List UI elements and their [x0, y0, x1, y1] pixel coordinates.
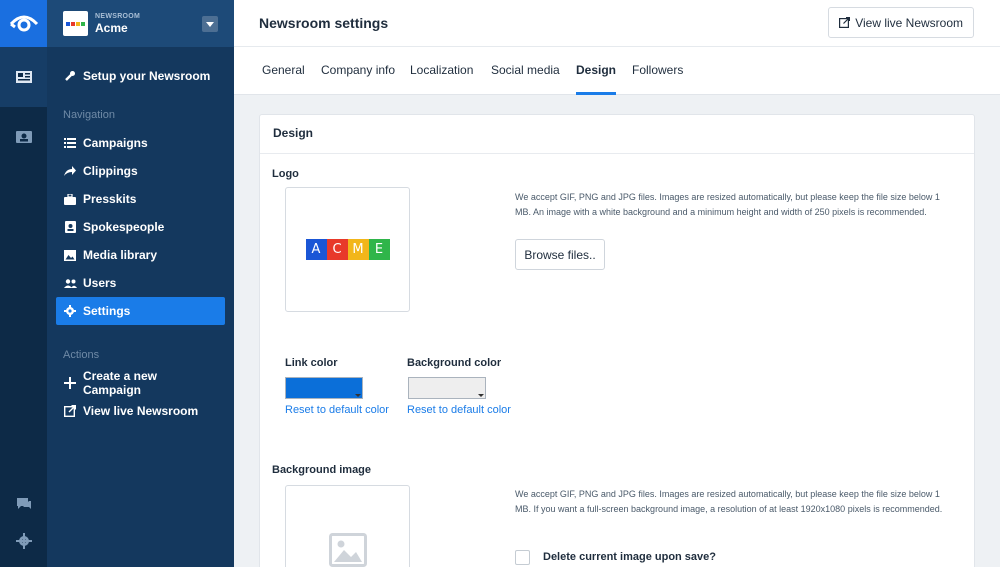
external-link-icon	[63, 405, 77, 417]
person-card-icon	[63, 221, 77, 233]
logo-letter: C	[326, 239, 348, 260]
newsroom-name: Acme	[95, 20, 128, 35]
newspaper-icon	[15, 71, 32, 83]
tab-general[interactable]: General	[262, 47, 305, 95]
page-header: Newsroom settings View live Newsroom	[234, 0, 1000, 47]
tab-followers[interactable]: Followers	[632, 47, 683, 95]
sidebar-item-label: Settings	[83, 304, 131, 318]
newsroom-label: NEWSROOM	[95, 12, 141, 20]
logo-letter: E	[368, 239, 390, 260]
list-icon	[63, 138, 77, 148]
wrench-icon	[63, 70, 77, 82]
logo-letter: M	[347, 239, 369, 260]
logo-help-text: We accept GIF, PNG and JPG files. Images…	[515, 192, 940, 217]
tab-localization[interactable]: Localization	[410, 47, 473, 95]
actions-heading: Actions	[63, 349, 100, 361]
reset-link-color[interactable]: Reset to default color	[285, 404, 389, 416]
background-color-label: Background color	[407, 357, 502, 369]
sidebar-item-label: Media library	[83, 248, 158, 262]
page-title: Newsroom settings	[259, 15, 389, 31]
sidebar-item-setup[interactable]: Setup your Newsroom	[47, 62, 234, 90]
view-live-newsroom-button[interactable]: View live Newsroom	[828, 7, 974, 38]
logo-preview[interactable]: A C M E	[285, 187, 410, 312]
tab-social-media[interactable]: Social media	[491, 47, 560, 95]
sidebar-item-label: Clippings	[83, 164, 138, 178]
logo-label: Logo	[272, 168, 299, 180]
background-help-text: We accept GIF, PNG and JPG files. Images…	[515, 489, 943, 514]
browse-files-button[interactable]: Browse files..	[515, 239, 605, 270]
sidebar-item-label: Users	[83, 276, 117, 290]
sidebar-item-clippings[interactable]: Clippings	[47, 157, 234, 185]
newsroom-switcher[interactable]: NEWSROOM Acme	[47, 0, 234, 47]
link-color-picker[interactable]	[285, 377, 363, 399]
sidebar-item-settings[interactable]: Settings	[56, 297, 225, 325]
share-arrow-icon	[63, 166, 77, 176]
settings-tabs: General Company info Localization Social…	[234, 47, 1000, 95]
background-color-picker[interactable]	[408, 377, 486, 399]
logo-letter: A	[305, 239, 327, 260]
image-icon	[63, 249, 77, 261]
sidebar-item-label: Setup your Newsroom	[83, 69, 211, 83]
link-color-label: Link color	[285, 357, 338, 369]
external-link-icon	[839, 17, 851, 28]
image-placeholder-icon	[328, 533, 367, 567]
tab-company-info[interactable]: Company info	[321, 47, 395, 95]
sidebar-item-label: Spokespeople	[83, 220, 165, 234]
app-logo[interactable]	[0, 0, 47, 47]
sidebar: NEWSROOM Acme Setup your Newsroom Naviga…	[47, 0, 234, 567]
sidebar-item-label: Campaigns	[83, 136, 148, 150]
settings-gear-icon[interactable]	[15, 533, 32, 549]
contact-card-icon	[15, 131, 32, 143]
sidebar-item-presskits[interactable]: Presskits	[47, 185, 234, 213]
sidebar-item-spokespeople[interactable]: Spokespeople	[47, 213, 234, 241]
action-label: Create a new Campaign	[82, 369, 158, 397]
sidebar-item-media-library[interactable]: Media library	[47, 241, 234, 269]
briefcase-icon	[63, 193, 77, 205]
acme-logo: A C M E	[305, 239, 390, 260]
tab-design[interactable]: Design	[576, 47, 617, 95]
brand-logo-icon	[9, 15, 38, 31]
chevron-down-icon[interactable]	[202, 16, 218, 32]
nav-heading: Navigation	[63, 109, 115, 121]
card-title: Design	[260, 115, 974, 154]
icon-rail	[0, 0, 47, 567]
action-create-campaign[interactable]: Create a new Campaign	[47, 369, 234, 397]
design-card: Design Logo A C M E We accept GIF, PNG a…	[259, 114, 975, 567]
rail-contacts[interactable]	[0, 107, 47, 167]
background-image-preview[interactable]	[285, 485, 410, 567]
users-icon	[63, 278, 77, 288]
sidebar-item-label: Presskits	[83, 192, 137, 206]
plus-icon	[63, 377, 77, 389]
background-image-label: Background image	[272, 464, 372, 476]
action-label: View live Newsroom	[83, 404, 199, 418]
newsroom-thumbnail	[63, 11, 88, 36]
view-live-label: View live Newsroom	[855, 15, 963, 30]
chat-icon[interactable]	[16, 497, 32, 511]
action-view-live-newsroom[interactable]: View live Newsroom	[47, 397, 234, 425]
sidebar-item-campaigns[interactable]: Campaigns	[47, 129, 234, 157]
rail-newsroom[interactable]	[0, 47, 47, 107]
gear-icon	[63, 305, 77, 317]
delete-image-checkbox[interactable]	[515, 550, 530, 565]
sidebar-item-users[interactable]: Users	[47, 269, 234, 297]
delete-image-label: Delete current image upon save?	[543, 551, 716, 563]
reset-background-color[interactable]: Reset to default color	[407, 404, 511, 416]
